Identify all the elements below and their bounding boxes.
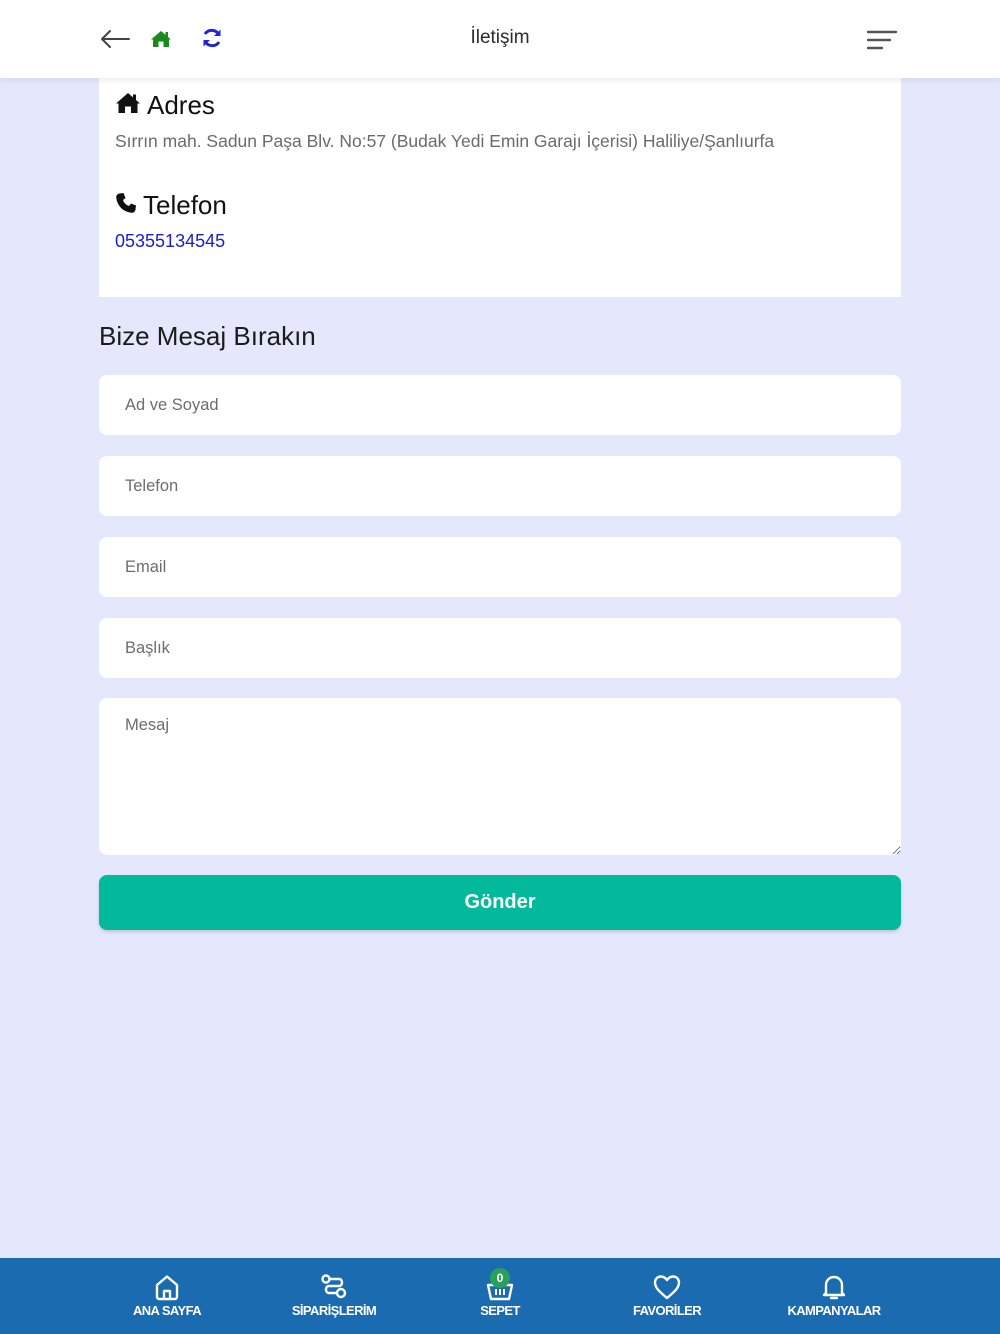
bell-icon [820, 1272, 848, 1302]
route-icon [319, 1272, 349, 1302]
message-textarea[interactable] [99, 698, 901, 855]
top-app-bar: İletişim [0, 0, 1000, 78]
phone-icon [115, 190, 143, 221]
hamburger-menu-icon[interactable] [864, 26, 900, 54]
subject-input[interactable] [99, 618, 901, 678]
phone-heading: Telefon [115, 190, 227, 221]
nav-item-orders[interactable]: SİPARİŞLERİM [274, 1258, 394, 1334]
address-text: Sırrın mah. Sadun Paşa Blv. No:57 (Budak… [115, 131, 775, 151]
form-title: Bize Mesaj Bırakın [99, 321, 316, 351]
nav-label-home: ANA SAYFA [132, 1303, 202, 1318]
nav-item-campaigns[interactable]: KAMPANYALAR [774, 1258, 894, 1334]
page-title: İletişim [470, 27, 530, 48]
phone-heading-label: Telefon [143, 190, 227, 220]
basket-icon: 0 [485, 1268, 515, 1302]
contact-info-card: Adres Sırrın mah. Sadun Paşa Blv. No:57 … [99, 78, 901, 297]
cart-count-badge: 0 [490, 1268, 510, 1288]
address-heading: Adres [115, 90, 215, 121]
heart-icon [652, 1272, 682, 1302]
home-outline-icon [153, 1272, 181, 1302]
nav-item-home[interactable]: ANA SAYFA [107, 1258, 227, 1334]
nav-label-favorites: FAVORİLER [632, 1303, 702, 1318]
nav-item-favorites[interactable]: FAVORİLER [607, 1258, 727, 1334]
nav-label-campaigns: KAMPANYALAR [787, 1303, 881, 1318]
nav-item-cart[interactable]: 0 SEPET [440, 1258, 560, 1334]
submit-button[interactable]: Gönder [99, 875, 901, 930]
name-input[interactable] [99, 375, 901, 435]
email-input[interactable] [99, 537, 901, 597]
phone-input[interactable] [99, 456, 901, 516]
address-heading-label: Adres [147, 90, 215, 120]
nav-label-cart: SEPET [480, 1303, 520, 1318]
bottom-nav: ANA SAYFA SİPARİŞLERİM 0 SEPET FAVORİLER… [0, 1258, 1000, 1334]
phone-number-link[interactable]: 05355134545 [115, 231, 225, 252]
nav-label-orders: SİPARİŞLERİM [291, 1303, 377, 1318]
home-icon [115, 90, 147, 121]
